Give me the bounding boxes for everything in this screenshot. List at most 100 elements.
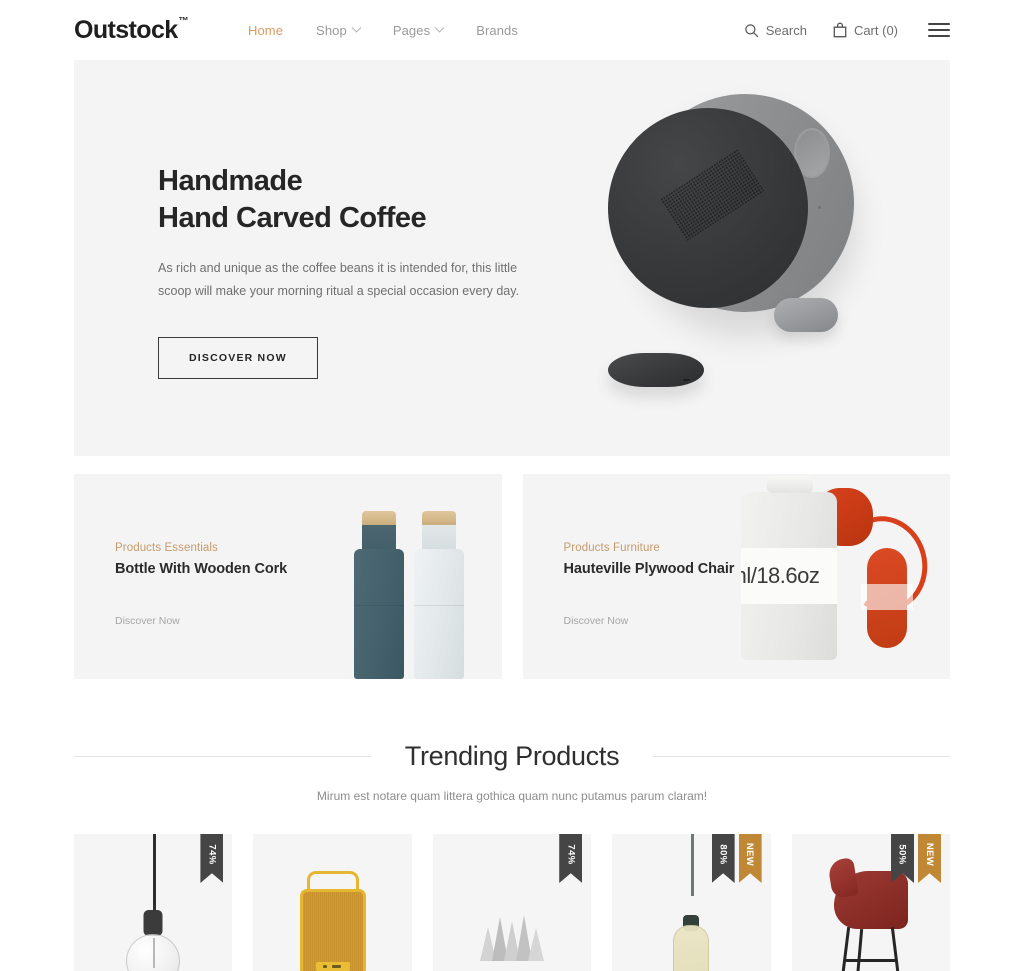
nav-item-label: Shop — [316, 22, 347, 38]
bag-icon — [833, 22, 847, 38]
promo-discover-link[interactable]: Discover Now — [564, 615, 629, 627]
product-badges: 74% — [200, 834, 224, 883]
nav-item-brands[interactable]: Brands — [476, 23, 518, 38]
search-button[interactable]: Search — [744, 23, 807, 38]
chair-leg — [840, 927, 850, 971]
pendant-cord — [153, 834, 156, 912]
hero-title-line-1: Handmade — [158, 165, 303, 197]
chevron-down-icon — [351, 22, 362, 33]
product-badge: NEW — [738, 834, 762, 883]
promo-title: Bottle With Wooden Cork — [115, 561, 288, 577]
pendant-socket — [143, 910, 163, 936]
chair-leg — [855, 928, 864, 971]
promo-cards: Products Essentials Bottle With Wooden C… — [74, 474, 950, 679]
hero-copy: Handmade Hand Carved Coffee As rich and … — [158, 163, 558, 380]
product-card[interactable]: 50% NEW — [791, 834, 951, 971]
flask-label: ml/18.6oz — [740, 548, 837, 604]
trending-subtitle: Mirum est notare quam littera gothica qu… — [316, 789, 708, 803]
hero-product-image — [566, 70, 926, 450]
flask-artwork: ml/18.6oz — [715, 474, 937, 679]
main-navigation: Home Shop Pages Brands — [248, 22, 518, 38]
hero-title-line-2: Hand Carved Coffee — [158, 202, 427, 235]
product-badge-label: 74% — [565, 843, 577, 865]
chair-leg — [890, 927, 900, 971]
promo-title: Hauteville Plywood Chair — [563, 561, 735, 577]
brand-name: Outstock — [74, 15, 178, 44]
divider-left — [74, 756, 371, 757]
hero-title: Handmade Hand Carved Coffee — [158, 163, 558, 237]
product-badges: 80% NEW — [711, 834, 762, 883]
chair-crossbar — [845, 959, 896, 962]
red-chair-shape — [828, 871, 914, 971]
product-badge-label: NEW — [744, 842, 756, 866]
product-badge-label: 50% — [897, 843, 909, 865]
origami-vase-shape — [480, 913, 545, 961]
hamburger-menu-icon[interactable] — [928, 23, 950, 37]
nav-item-label: Pages — [392, 22, 431, 38]
product-card[interactable] — [253, 834, 412, 971]
speaker-leg-shape — [774, 298, 838, 332]
product-badge-label: 74% — [206, 843, 218, 865]
lamp-glass — [673, 925, 710, 971]
promo-category: Products Essentials — [115, 542, 218, 554]
header-actions: Search Cart (0) — [744, 22, 950, 38]
trademark-symbol: ™ — [178, 16, 189, 28]
nav-item-home[interactable]: Home — [248, 23, 283, 38]
bottle-neck — [362, 525, 396, 549]
pendant-cord — [691, 834, 694, 896]
speaker-indicator-dot — [818, 206, 821, 209]
bottle-neck — [422, 525, 456, 549]
search-label: Search — [765, 22, 807, 38]
product-badges: 74% — [559, 834, 583, 883]
hero-banner: Handmade Hand Carved Coffee As rich and … — [74, 60, 950, 456]
product-badges: 50% NEW — [891, 834, 942, 883]
bottles-artwork — [332, 474, 497, 679]
product-image-fabric-speaker — [253, 834, 411, 971]
promo-card-bottle[interactable]: Products Essentials Bottle With Wooden C… — [74, 474, 502, 679]
speaker-controls — [315, 962, 350, 971]
bottle-body — [354, 549, 404, 679]
bottle-cap — [422, 511, 456, 525]
bottle-body — [414, 549, 464, 679]
product-badge: 74% — [559, 834, 583, 883]
bottle-cap — [362, 511, 396, 525]
cable-coil — [860, 548, 913, 648]
chevron-down-icon — [434, 22, 445, 33]
promo-discover-link[interactable]: Discover Now — [115, 615, 180, 627]
product-card[interactable]: 74% — [432, 834, 592, 971]
trending-heading-row: Trending Products — [0, 741, 1024, 772]
promo-card-chair[interactable]: Products Furniture Hauteville Plywood Ch… — [522, 474, 950, 679]
flask-label-text: ml/18.6oz — [741, 563, 820, 588]
bulb-filament — [153, 938, 155, 968]
product-badge: 50% — [891, 834, 915, 883]
hero-discover-now-button[interactable]: DISCOVER NOW — [158, 337, 318, 380]
product-badge: 74% — [200, 834, 224, 883]
brand-logo[interactable]: Outstock™ — [74, 15, 189, 45]
nav-item-label: Home — [247, 22, 284, 38]
site-header: Outstock™ Home Shop Pages Brands Search Car… — [0, 0, 1024, 60]
product-badge-label: 80% — [717, 843, 729, 865]
promo-card-text: Products Furniture Hauteville Plywood Ch… — [564, 542, 735, 577]
promo-category: Products Furniture — [563, 542, 660, 554]
trending-products-section: Trending Products Mirum est notare quam … — [0, 741, 1024, 971]
bottle-light — [414, 511, 464, 679]
divider-right — [653, 756, 951, 757]
cart-button[interactable]: Cart (0) — [833, 22, 898, 38]
product-card[interactable]: 74% — [74, 834, 233, 971]
nav-item-label: Brands — [476, 22, 518, 38]
fabric-speaker-body — [299, 889, 366, 971]
speaker-puck-accessory — [608, 353, 704, 387]
trending-title: Trending Products — [404, 741, 620, 771]
bottle-dark — [354, 511, 404, 679]
flask-cap — [766, 476, 813, 493]
nav-item-shop[interactable]: Shop — [316, 22, 362, 38]
product-badge: NEW — [918, 834, 942, 883]
product-card[interactable]: 80% NEW — [612, 834, 771, 971]
nav-item-pages[interactable]: Pages — [392, 22, 445, 38]
cart-label: Cart (0) — [853, 22, 898, 38]
product-badge: 80% — [711, 834, 735, 883]
promo-card-text: Products Essentials Bottle With Wooden C… — [115, 542, 287, 577]
product-grid: 74% 74% 80% NEW 50% NEW — [74, 834, 951, 971]
hero-subtitle: As rich and unique as the coffee beans i… — [158, 261, 520, 299]
product-badge-label: NEW — [924, 842, 936, 866]
